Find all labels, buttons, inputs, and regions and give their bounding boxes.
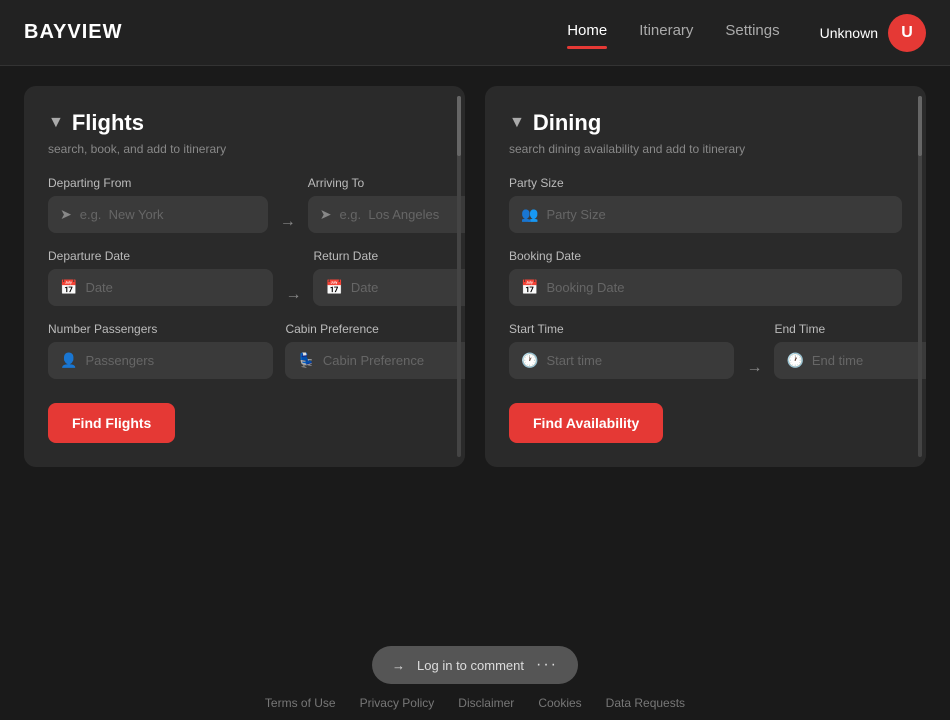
calendar-icon-ret: 📅	[325, 279, 342, 296]
return-date-wrap: 📅	[313, 269, 465, 306]
navbar: BAYVIEW Home Itinerary Settings Unknown …	[0, 0, 950, 66]
time-arrow: →	[746, 359, 762, 379]
scroll-track-dining	[918, 96, 922, 457]
footer-data-requests[interactable]: Data Requests	[606, 696, 685, 710]
start-time-input[interactable]	[546, 353, 722, 368]
arriving-input-wrap: ➤	[308, 196, 465, 233]
clock-icon-end: 🕐	[786, 352, 803, 369]
flights-title: Flights	[72, 110, 144, 136]
scroll-track-flights	[457, 96, 461, 457]
departure-date-input[interactable]	[85, 280, 261, 295]
flights-subtitle: search, book, and add to itinerary	[48, 142, 441, 156]
dining-chevron-icon: ▼	[509, 114, 525, 132]
departure-date-wrap: 📅	[48, 269, 273, 306]
arriving-input[interactable]	[339, 207, 465, 222]
dining-title: Dining	[533, 110, 601, 136]
comment-arrow-icon: →	[392, 658, 405, 673]
scroll-thumb-flights	[457, 96, 461, 156]
return-date-group: Return Date 📅	[313, 249, 465, 306]
location-icon-dep: ➤	[60, 206, 72, 223]
return-date-input[interactable]	[351, 280, 465, 295]
find-flights-button[interactable]: Find Flights	[48, 403, 175, 443]
footer-privacy[interactable]: Privacy Policy	[360, 696, 435, 710]
flights-pax-row: Number Passengers 👤 Cabin Preference 💺	[48, 322, 441, 379]
passengers-label: Number Passengers	[48, 322, 273, 336]
passengers-input-wrap: 👤	[48, 342, 273, 379]
departure-date-label: Departure Date	[48, 249, 273, 263]
clock-icon-start: 🕐	[521, 352, 538, 369]
passengers-input[interactable]	[85, 353, 261, 368]
end-time-group: End Time 🕐	[774, 322, 926, 379]
nav-links: Home Itinerary Settings	[567, 22, 779, 43]
departure-date-group: Departure Date 📅	[48, 249, 273, 306]
time-row: Start Time 🕐 → End Time 🕐	[509, 322, 902, 379]
seat-icon: 💺	[297, 352, 314, 369]
cabin-input-wrap: 💺	[285, 342, 465, 379]
end-time-label: End Time	[774, 322, 926, 336]
main-content: ▼ Flights search, book, and add to itine…	[0, 66, 950, 547]
person-icon: 👤	[60, 352, 77, 369]
cabin-input[interactable]	[323, 353, 465, 368]
comment-bar[interactable]: → Log in to comment ···	[372, 646, 578, 684]
location-icon-arr: ➤	[320, 206, 332, 223]
booking-date-input[interactable]	[546, 280, 890, 295]
footer-terms[interactable]: Terms of Use	[265, 696, 336, 710]
party-size-row: Party Size 👥	[509, 176, 902, 233]
dining-subtitle: search dining availability and add to it…	[509, 142, 902, 156]
calendar-icon-booking: 📅	[521, 279, 538, 296]
date-arrow: →	[285, 286, 301, 306]
nav-home[interactable]: Home	[567, 22, 607, 43]
user-name: Unknown	[820, 25, 878, 41]
flights-chevron-icon: ▼	[48, 114, 64, 132]
nav-settings[interactable]: Settings	[725, 22, 779, 43]
party-size-wrap: 👥	[509, 196, 902, 233]
comment-bar-label[interactable]: Log in to comment	[417, 658, 524, 673]
end-time-input[interactable]	[812, 353, 926, 368]
arriving-label: Arriving To	[308, 176, 465, 190]
cabin-label: Cabin Preference	[285, 322, 465, 336]
brand-logo: BAYVIEW	[24, 21, 123, 44]
passengers-group: Number Passengers 👤	[48, 322, 273, 379]
departing-input[interactable]	[80, 207, 256, 222]
return-date-label: Return Date	[313, 249, 465, 263]
flights-header: ▼ Flights	[48, 110, 441, 136]
departing-group: Departing From ➤	[48, 176, 268, 233]
comment-bar-dots[interactable]: ···	[536, 656, 558, 674]
departing-input-wrap: ➤	[48, 196, 268, 233]
scroll-thumb-dining	[918, 96, 922, 156]
start-time-label: Start Time	[509, 322, 734, 336]
party-size-input[interactable]	[546, 207, 890, 222]
dining-card: ▼ Dining search dining availability and …	[485, 86, 926, 467]
footer-links: Terms of Use Privacy Policy Disclaimer C…	[0, 696, 950, 710]
dining-header: ▼ Dining	[509, 110, 902, 136]
booking-date-group: Booking Date 📅	[509, 249, 902, 306]
flights-card: ▼ Flights search, book, and add to itine…	[24, 86, 465, 467]
departing-label: Departing From	[48, 176, 268, 190]
find-availability-button[interactable]: Find Availability	[509, 403, 663, 443]
nav-user: Unknown U	[820, 14, 926, 52]
booking-date-wrap: 📅	[509, 269, 902, 306]
flights-dates-row: Departure Date 📅 → Return Date 📅	[48, 249, 441, 306]
footer-disclaimer[interactable]: Disclaimer	[458, 696, 514, 710]
nav-itinerary[interactable]: Itinerary	[639, 22, 693, 43]
avatar[interactable]: U	[888, 14, 926, 52]
end-time-wrap: 🕐	[774, 342, 926, 379]
arriving-group: Arriving To ➤	[308, 176, 465, 233]
booking-date-row: Booking Date 📅	[509, 249, 902, 306]
flights-route-row: Departing From ➤ → Arriving To ➤	[48, 176, 441, 233]
route-arrow: →	[280, 213, 296, 233]
calendar-icon-dep: 📅	[60, 279, 77, 296]
party-icon: 👥	[521, 206, 538, 223]
party-size-label: Party Size	[509, 176, 902, 190]
party-size-group: Party Size 👥	[509, 176, 902, 233]
footer-cookies[interactable]: Cookies	[538, 696, 581, 710]
start-time-wrap: 🕐	[509, 342, 734, 379]
start-time-group: Start Time 🕐	[509, 322, 734, 379]
cabin-group: Cabin Preference 💺	[285, 322, 465, 379]
booking-date-label: Booking Date	[509, 249, 902, 263]
